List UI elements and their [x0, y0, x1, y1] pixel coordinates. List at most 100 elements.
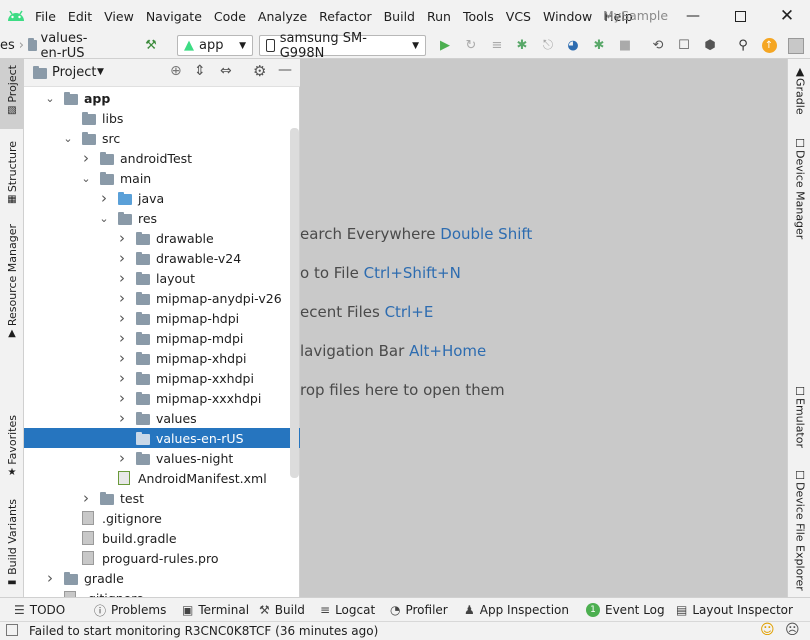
- chevron-right-icon[interactable]: ›: [116, 329, 128, 347]
- locate-icon[interactable]: ⊕: [170, 63, 182, 79]
- tab-todo[interactable]: ☰ TODO: [14, 598, 65, 622]
- tab-terminal[interactable]: ▣ Terminal: [182, 598, 249, 622]
- chevron-right-icon[interactable]: ›: [116, 249, 128, 267]
- tree-row[interactable]: › values-night: [24, 448, 300, 468]
- tree-row[interactable]: ⌄ src: [24, 128, 300, 148]
- tree-row[interactable]: .gitignore: [24, 508, 300, 528]
- menu-item-window[interactable]: Window: [543, 9, 592, 24]
- gear-icon[interactable]: ⚙: [253, 62, 266, 80]
- tab-app-inspection[interactable]: ♟ App Inspection: [464, 598, 569, 622]
- tree-row[interactable]: › test: [24, 488, 300, 508]
- feedback-happy-icon[interactable]: ☺: [760, 622, 775, 638]
- chevron-right-icon[interactable]: ›: [98, 189, 110, 207]
- chevron-right-icon[interactable]: ›: [116, 309, 128, 327]
- chevron-right-icon[interactable]: ›: [44, 569, 56, 587]
- sdk-manager-icon[interactable]: ⬢: [700, 35, 720, 56]
- device-select[interactable]: samsung SM-G998N ▼: [259, 31, 426, 61]
- make-project-hammer-icon[interactable]: ⚒: [140, 35, 162, 56]
- tree-row[interactable]: › mipmap-xxxhdpi: [24, 388, 300, 408]
- hide-panel-icon[interactable]: —: [278, 62, 292, 78]
- tab-device-manager[interactable]: ☐ Device Manager: [789, 137, 810, 239]
- tab-build-variants[interactable]: Build Variants ▬: [0, 499, 24, 589]
- profile-icon[interactable]: ◕: [563, 35, 583, 56]
- tab-device-file-explorer[interactable]: ☐ Device File Explorer: [789, 469, 810, 591]
- collapse-all-icon[interactable]: ⇔: [220, 63, 232, 79]
- tree-row[interactable]: › values: [24, 408, 300, 428]
- menu-item-vcs[interactable]: VCS: [506, 9, 531, 24]
- chevron-right-icon[interactable]: ›: [116, 349, 128, 367]
- menu-item-build[interactable]: Build: [384, 9, 415, 24]
- expand-all-icon[interactable]: ⇕: [194, 63, 206, 79]
- tree-row[interactable]: ⌄ app: [24, 88, 300, 108]
- tree-scrollbar[interactable]: [290, 128, 299, 478]
- debug-attach-icon[interactable]: ✱: [589, 35, 609, 56]
- chevron-right-icon[interactable]: ›: [80, 489, 92, 507]
- menu-item-file[interactable]: File: [35, 9, 56, 24]
- breadcrumb[interactable]: es › values-en-rUS: [0, 31, 96, 61]
- tab-problems[interactable]: ⓘ Problems: [94, 598, 166, 622]
- run-icon[interactable]: ▶: [435, 35, 455, 56]
- tab-emulator[interactable]: ☐ Emulator: [789, 385, 810, 448]
- menu-item-refactor[interactable]: Refactor: [319, 9, 371, 24]
- tree-row[interactable]: values-en-rUS: [24, 428, 300, 448]
- chevron-right-icon[interactable]: ›: [116, 449, 128, 467]
- menu-item-edit[interactable]: Edit: [68, 9, 92, 24]
- tree-row[interactable]: › gradle: [24, 568, 300, 588]
- menu-item-analyze[interactable]: Analyze: [258, 9, 307, 24]
- update-icon[interactable]: ↑: [759, 35, 779, 56]
- tree-row[interactable]: ⌄ res: [24, 208, 300, 228]
- avatar[interactable]: [786, 35, 806, 56]
- tree-row[interactable]: .gitignore: [24, 588, 300, 597]
- chevron-down-icon[interactable]: ⌄: [44, 92, 56, 105]
- chevron-right-icon[interactable]: ›: [116, 229, 128, 247]
- tab-resource-manager[interactable]: Resource Manager ▲: [0, 224, 24, 339]
- menu-item-run[interactable]: Run: [427, 9, 451, 24]
- chevron-down-icon[interactable]: ⌄: [62, 132, 74, 145]
- tab-structure[interactable]: Structure ▦: [0, 139, 24, 219]
- tree-row[interactable]: ⌄ main: [24, 168, 300, 188]
- tree-row[interactable]: › layout: [24, 268, 300, 288]
- maximize-button[interactable]: [728, 6, 752, 26]
- stop-icon[interactable]: ■: [615, 35, 635, 56]
- tree-row[interactable]: › mipmap-hdpi: [24, 308, 300, 328]
- menu-item-tools[interactable]: Tools: [463, 9, 494, 24]
- project-view-title[interactable]: Project: [52, 65, 96, 80]
- tree-row[interactable]: › mipmap-mdpi: [24, 328, 300, 348]
- minimize-button[interactable]: —: [681, 6, 705, 26]
- tab-favorites[interactable]: Favorites ★: [0, 415, 24, 485]
- tree-row[interactable]: › java: [24, 188, 300, 208]
- tab-event-log[interactable]: 1 Event Log: [586, 598, 665, 622]
- tab-project[interactable]: Project ▧: [0, 59, 24, 129]
- tab-build[interactable]: ⚒ Build: [259, 598, 305, 622]
- tree-row[interactable]: › mipmap-xxhdpi: [24, 368, 300, 388]
- chevron-right-icon[interactable]: ›: [116, 289, 128, 307]
- tree-row[interactable]: › androidTest: [24, 148, 300, 168]
- apply-changes-icon[interactable]: ↻: [461, 35, 481, 56]
- tree-row[interactable]: proguard-rules.pro: [24, 548, 300, 568]
- run-config-select[interactable]: ▲ app ▼: [177, 35, 253, 56]
- menu-item-navigate[interactable]: Navigate: [146, 9, 202, 24]
- chevron-down-icon[interactable]: ⌄: [80, 172, 92, 185]
- feedback-sad-icon[interactable]: ☹: [785, 622, 800, 638]
- close-button[interactable]: ✕: [775, 6, 799, 26]
- tab-profiler[interactable]: ◔ Profiler: [390, 598, 448, 622]
- tree-row[interactable]: libs: [24, 108, 300, 128]
- tab-layout-inspector[interactable]: ▤ Layout Inspector: [676, 598, 793, 622]
- search-icon[interactable]: ⚲: [733, 35, 753, 56]
- menu-item-code[interactable]: Code: [214, 9, 246, 24]
- tab-logcat[interactable]: ≡ Logcat: [320, 598, 375, 622]
- device-manager-icon[interactable]: ☐: [674, 35, 694, 56]
- status-message[interactable]: Failed to start monitoring R3CNC0K8TCF (…: [29, 624, 378, 638]
- attach-debugger-icon[interactable]: ⎋: [538, 35, 558, 56]
- tree-row[interactable]: › drawable: [24, 228, 300, 248]
- debug-icon[interactable]: ✱: [512, 35, 532, 56]
- apply-code-changes-icon[interactable]: ≡: [487, 35, 507, 56]
- tree-row[interactable]: › mipmap-xhdpi: [24, 348, 300, 368]
- tree-row[interactable]: › mipmap-anydpi-v26: [24, 288, 300, 308]
- chevron-right-icon[interactable]: ›: [116, 389, 128, 407]
- chevron-right-icon[interactable]: ›: [116, 409, 128, 427]
- chevron-right-icon[interactable]: ›: [116, 269, 128, 287]
- chevron-right-icon[interactable]: ›: [116, 369, 128, 387]
- gradle-sync-icon[interactable]: ⟲: [648, 35, 668, 56]
- tree-row[interactable]: › drawable-v24: [24, 248, 300, 268]
